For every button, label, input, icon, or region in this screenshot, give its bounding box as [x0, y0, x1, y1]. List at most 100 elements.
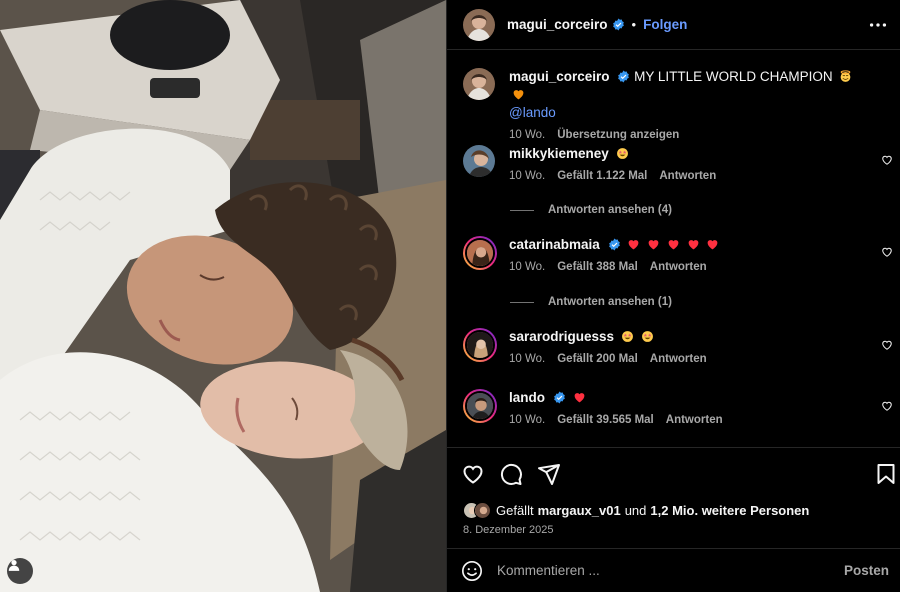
comment-meta: 10 Wo. Gefällt 39.565 Mal Antworten: [509, 414, 869, 426]
commenter-avatar[interactable]: [463, 145, 495, 177]
likes-user[interactable]: margaux_v01: [538, 503, 621, 518]
author-username[interactable]: magui_corceiro: [507, 17, 608, 32]
comment-body: mikkykiemeney 10 Wo. Gefällt 1.122 Mal A…: [509, 145, 869, 182]
view-replies-label: Antworten ansehen (4): [548, 204, 672, 216]
share-send-icon[interactable]: [537, 462, 561, 486]
post-modal: magui_corceiro • Folgen magui_corceiro M…: [0, 0, 900, 592]
avatar-image: [463, 8, 495, 41]
comment-bubble-icon[interactable]: [499, 462, 523, 486]
view-replies-label: Antworten ansehen (1): [548, 296, 672, 308]
comment-line: sararodriguesss: [509, 328, 869, 346]
follow-button[interactable]: Folgen: [643, 17, 687, 32]
caption-line: magui_corceiro MY LITTLE WORLD CHAMPION: [509, 68, 869, 104]
commenter-avatar: [465, 330, 495, 360]
commenter-avatar-story-ring[interactable]: [463, 328, 497, 362]
post-actions: Gefällt margaux_v01 und 1,2 Mio. weitere…: [447, 447, 900, 547]
comment-meta: 10 Wo. Gefällt 1.122 Mal Antworten: [509, 170, 869, 182]
avatar-image: [463, 145, 495, 177]
caption-avatar[interactable]: [463, 68, 495, 100]
commenter-avatar-story-ring[interactable]: [463, 389, 497, 423]
person-icon: [8, 560, 20, 571]
comment-input[interactable]: [497, 563, 844, 578]
author-avatar[interactable]: [463, 8, 495, 41]
more-options-icon[interactable]: [867, 14, 889, 36]
comment-body: lando 10 Wo. Gefällt 39.565 Mal Antworte…: [509, 389, 869, 426]
avatar-image: [475, 503, 490, 518]
verified-icon: [618, 70, 630, 83]
likes-prefix: Gefällt: [496, 503, 534, 518]
commenter-username[interactable]: lando: [509, 390, 545, 405]
post-header: magui_corceiro • Folgen: [447, 0, 900, 50]
comment-time: 10 Wo.: [509, 170, 546, 182]
comment-meta: 10 Wo. Gefällt 388 Mal Antworten: [509, 261, 869, 273]
like-comment-heart-icon[interactable]: [881, 246, 893, 258]
face-with-halo-emoji-icon: [841, 70, 851, 82]
commenter-username[interactable]: sararodriguesss: [509, 329, 614, 344]
star-struck-emoji-icon: [616, 148, 628, 159]
translate-link[interactable]: Übersetzung anzeigen: [557, 129, 679, 141]
comment-likes[interactable]: Gefällt 39.565 Mal: [557, 414, 654, 426]
like-comment-heart-icon[interactable]: [881, 339, 893, 351]
caption-meta: 10 Wo. Übersetzung anzeigen: [509, 129, 869, 141]
heart-emoji-icon: [628, 240, 639, 250]
photo-illustration: [0, 0, 446, 592]
caption-mention[interactable]: @lando: [509, 104, 869, 122]
reply-button[interactable]: Antworten: [650, 261, 707, 273]
liker-avatar[interactable]: [474, 502, 491, 519]
commenter-avatar: [465, 391, 495, 421]
save-bookmark-icon[interactable]: [874, 462, 898, 486]
emoji-picker-icon[interactable]: [461, 560, 483, 582]
post-photo[interactable]: [0, 0, 446, 592]
heart-emoji-icon: [668, 240, 679, 250]
like-comment-heart-icon[interactable]: [881, 154, 893, 166]
orange-heart-emoji-icon: [513, 90, 524, 100]
comment-body: sararodriguesss 10 Wo. Gefällt 200 Mal A…: [509, 328, 869, 365]
comment-time: 10 Wo.: [509, 353, 546, 365]
comment-likes[interactable]: Gefällt 388 Mal: [557, 261, 638, 273]
comment-line: catarinabmaia: [509, 236, 869, 254]
comment-likes[interactable]: Gefällt 200 Mal: [557, 353, 638, 365]
user-tag-button[interactable]: [7, 558, 33, 584]
avatar-image: [467, 393, 493, 419]
like-comment-heart-icon[interactable]: [881, 400, 893, 412]
commenter-avatar-story-ring[interactable]: [463, 236, 497, 270]
commenter-username[interactable]: catarinabmaia: [509, 237, 600, 252]
star-struck-emoji-icon: [621, 331, 633, 342]
like-heart-icon[interactable]: [461, 462, 485, 486]
reply-button[interactable]: Antworten: [666, 414, 723, 426]
verified-icon: [553, 391, 565, 404]
heart-emoji-icon: [688, 240, 698, 250]
caption-time: 10 Wo.: [509, 129, 546, 141]
avatar-image: [463, 68, 495, 100]
comment-likes[interactable]: Gefällt 1.122 Mal: [557, 170, 647, 182]
replies-divider: [510, 209, 534, 211]
view-replies-button[interactable]: Antworten ansehen (1): [510, 296, 672, 308]
comments-list[interactable]: magui_corceiro MY LITTLE WORLD CHAMPION …: [447, 51, 900, 446]
caption-body: magui_corceiro MY LITTLE WORLD CHAMPION …: [509, 68, 869, 141]
likes-rest[interactable]: 1,2 Mio. weitere Personen: [650, 503, 809, 518]
post-comment-button[interactable]: Posten: [844, 563, 889, 578]
caption-text: MY LITTLE WORLD CHAMPION: [634, 69, 833, 84]
comment-body: catarinabmaia 10 Wo. Gefällt 388 Mal Ant…: [509, 236, 869, 273]
comment-meta: 10 Wo. Gefällt 200 Mal Antworten: [509, 353, 869, 365]
heart-emoji-icon: [708, 240, 718, 250]
commenter-username[interactable]: mikkykiemeney: [509, 146, 609, 161]
heart-emoji-icon: [574, 393, 584, 403]
avatar-image: [467, 240, 493, 266]
comment-composer: Posten: [447, 548, 900, 592]
comment-time: 10 Wo.: [509, 414, 546, 426]
replies-divider: [510, 301, 534, 303]
heart-emoji-icon: [648, 240, 659, 250]
verified-icon: [608, 238, 620, 251]
post-side-panel: magui_corceiro • Folgen magui_corceiro M…: [446, 0, 900, 592]
verified-icon: [612, 18, 624, 31]
comment-line: lando: [509, 389, 869, 407]
view-replies-button[interactable]: Antworten ansehen (4): [510, 204, 672, 216]
reply-button[interactable]: Antworten: [650, 353, 707, 365]
post-date[interactable]: 8. Dezember 2025: [463, 524, 554, 536]
caption-username[interactable]: magui_corceiro: [509, 69, 610, 84]
star-struck-emoji-icon: [641, 331, 653, 342]
reply-button[interactable]: Antworten: [659, 170, 716, 182]
avatar-image: [467, 332, 493, 358]
likes-summary: Gefällt margaux_v01 und 1,2 Mio. weitere…: [463, 502, 809, 519]
